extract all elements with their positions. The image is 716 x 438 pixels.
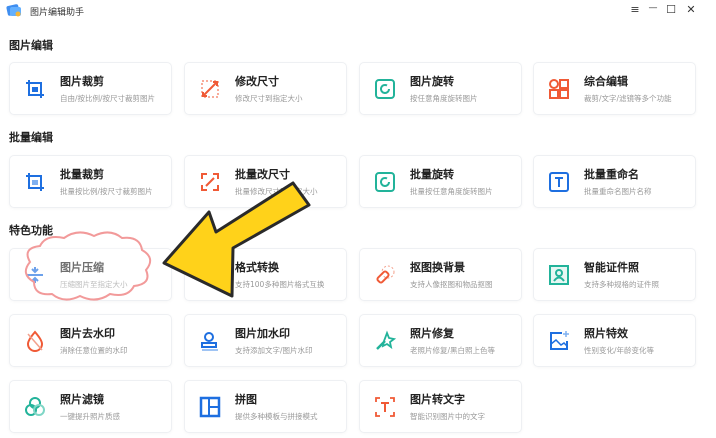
tool-description: 智能识别图片中的文字 — [410, 412, 485, 421]
close-button[interactable]: ✕ — [684, 3, 698, 16]
tool-description: 压缩图片至指定大小 — [60, 280, 128, 289]
tool-title: 智能证件照 — [584, 261, 639, 274]
tool-title: 拼图 — [235, 393, 257, 406]
tool-card-rotate[interactable]: 图片旋转 按任意角度旋转图片 — [359, 62, 522, 115]
tool-title: 照片修复 — [410, 327, 454, 340]
tool-card-cutout[interactable]: 抠图换背景 支持人像抠图和物品抠图 — [359, 248, 522, 301]
convert-icon — [201, 272, 219, 284]
effects-icon — [550, 331, 569, 350]
tool-card-convert[interactable]: 格式转换 支持100多种图片格式互换 — [184, 248, 347, 301]
tool-description: 自由/按比例/按尺寸裁剪图片 — [60, 94, 156, 103]
tool-title: 照片特效 — [584, 327, 628, 340]
section-title: 图片编辑 — [9, 39, 53, 52]
tool-description: 一键提升照片质感 — [60, 412, 120, 421]
tool-card-effects[interactable]: 照片特效 性别变化/年龄变化等 — [533, 314, 696, 367]
tool-title: 照片滤镜 — [60, 393, 104, 406]
add-watermark-icon — [201, 332, 218, 351]
section-title: 批量编辑 — [9, 131, 53, 144]
tool-title: 图片加水印 — [235, 327, 290, 340]
tool-card-batch-crop[interactable]: 批量裁剪 批量按比例/按尺寸裁剪图片 — [9, 155, 172, 208]
tool-description: 支持人像抠图和物品抠图 — [410, 280, 493, 289]
magic-wand-icon — [376, 330, 396, 350]
resize-icon — [201, 80, 219, 98]
tool-card-batch-rotate[interactable]: 批量旋转 批量按任意角度旋转图片 — [359, 155, 522, 208]
tool-title: 图片压缩 — [60, 261, 104, 274]
rotate-icon — [375, 79, 395, 99]
tool-card-ocr[interactable]: 图片转文字 智能识别图片中的文字 — [359, 380, 522, 433]
cutout-icon — [376, 265, 395, 284]
tool-card-crop[interactable]: 图片裁剪 自由/按比例/按尺寸裁剪图片 — [9, 62, 172, 115]
tool-description: 老照片修复/黑白照上色等 — [410, 346, 496, 355]
menu-button[interactable]: ≡ — [628, 3, 642, 16]
rename-icon — [549, 172, 569, 192]
remove-watermark-icon — [26, 330, 44, 352]
app-title: 图片编辑助手 — [30, 8, 85, 18]
batch-crop-icon — [26, 173, 44, 191]
tool-description: 批量按任意角度旋转图片 — [410, 187, 493, 196]
tool-description: 支持添加文字/图片水印 — [235, 346, 313, 355]
tool-card-filter[interactable]: 照片滤镜 一键提升照片质感 — [9, 380, 172, 433]
ocr-icon — [375, 397, 395, 417]
tool-description: 消除任意位置的水印 — [60, 346, 128, 355]
tool-title: 抠图换背景 — [410, 261, 465, 274]
crop-icon — [26, 80, 44, 98]
batch-rotate-icon — [375, 172, 395, 192]
tool-description: 批量重命名图片名称 — [584, 187, 652, 196]
tool-card-rename[interactable]: 批量重命名 批量重命名图片名称 — [533, 155, 696, 208]
tool-title: 综合编辑 — [584, 75, 628, 88]
tool-card-collage[interactable]: 拼图 提供多种模板与拼接模式 — [184, 380, 347, 433]
collage-icon — [199, 396, 221, 418]
grid-edit-icon — [549, 79, 569, 99]
tool-card-id-photo[interactable]: 智能证件照 支持多种规格的证件照 — [533, 248, 696, 301]
tool-description: 支持多种规格的证件照 — [584, 280, 659, 289]
tool-title: 批量改尺寸 — [235, 168, 290, 181]
tool-description: 提供多种模板与拼接模式 — [235, 412, 318, 421]
tool-title: 修改尺寸 — [235, 75, 279, 88]
tool-card-magic-wand[interactable]: 照片修复 老照片修复/黑白照上色等 — [359, 314, 522, 367]
id-photo-icon — [549, 265, 569, 285]
tool-title: 格式转换 — [235, 261, 279, 274]
maximize-button[interactable]: ☐ — [664, 3, 678, 16]
tool-description: 批量按比例/按尺寸裁剪图片 — [60, 187, 153, 196]
batch-resize-icon — [201, 173, 219, 191]
app-logo-icon — [6, 4, 21, 17]
tool-card-remove-watermark[interactable]: 图片去水印 消除任意位置的水印 — [9, 314, 172, 367]
tool-description: 性别变化/年龄变化等 — [584, 346, 655, 355]
tool-description: 批量修改尺寸到指定大小 — [235, 187, 318, 196]
filter-icon — [25, 397, 45, 416]
tool-title: 图片旋转 — [410, 75, 454, 88]
tool-title: 图片裁剪 — [60, 75, 104, 88]
tool-description: 按任意角度旋转图片 — [410, 94, 478, 103]
tool-card-grid-edit[interactable]: 综合编辑 裁剪/文字/滤镜等多个功能 — [533, 62, 696, 115]
tool-title: 图片去水印 — [60, 327, 115, 340]
tool-title: 批量重命名 — [584, 168, 639, 181]
section-title: 特色功能 — [9, 224, 53, 237]
tool-title: 图片转文字 — [410, 393, 465, 406]
tool-title: 批量裁剪 — [60, 168, 104, 181]
tool-description: 支持100多种图片格式互换 — [235, 280, 325, 289]
tool-card-batch-resize[interactable]: 批量改尺寸 批量修改尺寸到指定大小 — [184, 155, 347, 208]
tool-description: 修改尺寸到指定大小 — [235, 94, 303, 103]
tool-title: 批量旋转 — [410, 168, 454, 181]
tool-card-resize[interactable]: 修改尺寸 修改尺寸到指定大小 — [184, 62, 347, 115]
minimize-button[interactable]: — — [646, 3, 660, 13]
title-bar: 图片编辑助手 ≡ — ☐ ✕ — [0, 0, 716, 22]
tool-card-add-watermark[interactable]: 图片加水印 支持添加文字/图片水印 — [184, 314, 347, 367]
tool-card-compress[interactable]: 图片压缩 压缩图片至指定大小 — [9, 248, 172, 301]
tool-description: 裁剪/文字/滤镜等多个功能 — [584, 94, 672, 103]
compress-icon — [27, 267, 43, 283]
